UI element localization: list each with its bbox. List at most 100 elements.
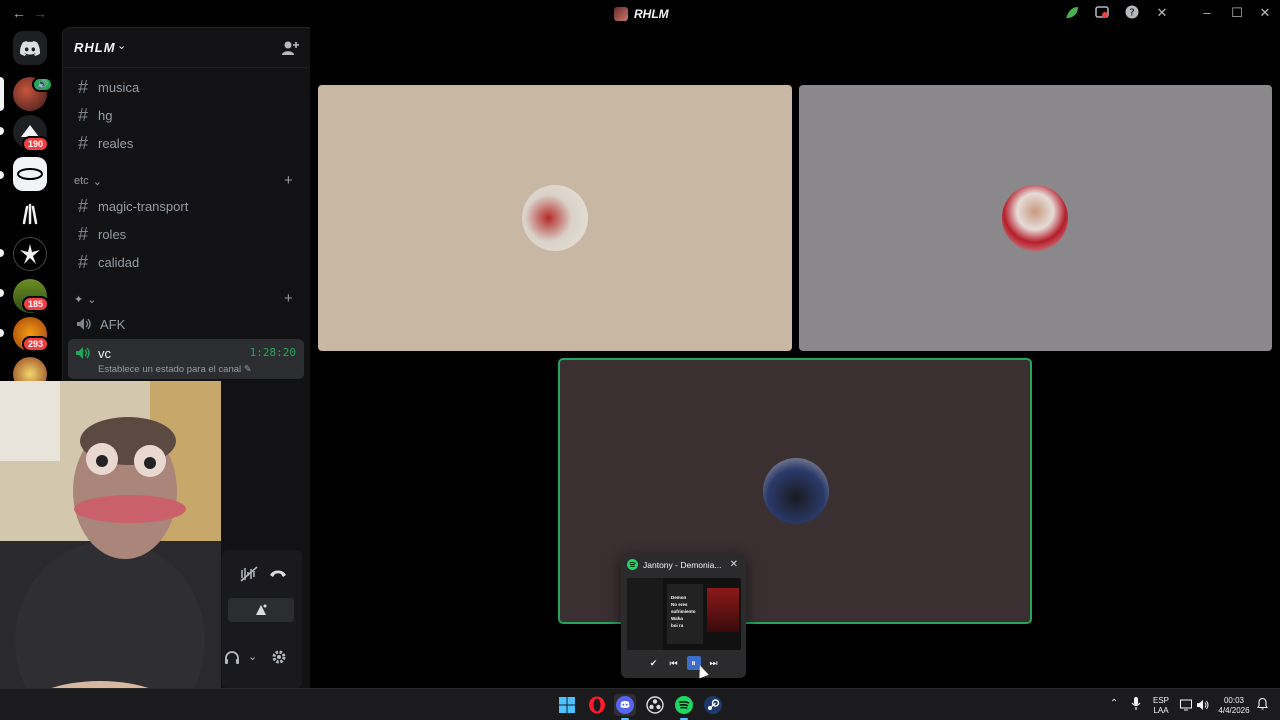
category-label: ✦ — [74, 294, 84, 306]
volume-icon[interactable] — [1196, 698, 1209, 716]
steam-icon[interactable] — [702, 694, 724, 716]
disconnect-call-icon[interactable] — [269, 567, 287, 586]
participant-avatar-1 — [522, 185, 588, 251]
voice-channel-vc[interactable]: vc 1:28:20 Establece un estado para el c… — [68, 339, 304, 379]
clock-date: 4/4/2026 — [1218, 706, 1250, 715]
maximize-icon[interactable]: ☐ — [1229, 5, 1245, 21]
window-title-text: RHLM — [634, 7, 669, 21]
voice-activity-badge: 🔊 — [32, 77, 54, 92]
tray-overflow-chevron-icon[interactable]: ⌃ — [1110, 698, 1118, 709]
window-title: RHLM — [614, 5, 669, 23]
thumbnail-header: Jantony - Demonia... — [627, 559, 739, 570]
clock-time: 00:03 — [1223, 696, 1245, 705]
unread-pill-2 — [0, 171, 4, 179]
channel-roles[interactable]: # roles — [69, 221, 303, 247]
channel-calidad[interactable]: # calidad — [69, 249, 303, 275]
selected-server-pill — [0, 77, 4, 111]
add-channel-icon[interactable]: + — [284, 290, 293, 307]
speaker-icon — [76, 347, 90, 359]
next-track-icon[interactable]: ⏭ — [707, 656, 721, 670]
media-controls: ✔ ⏮ ⏸ ⏭ — [621, 656, 746, 670]
preview-sidebar — [627, 578, 663, 650]
category-etc[interactable]: etc ⌄ — [74, 175, 102, 188]
guild-header[interactable]: RHLM ⌄ — [63, 28, 309, 68]
voice-channel-afk[interactable]: AFK — [69, 311, 303, 337]
discord-home-icon[interactable] — [13, 31, 47, 65]
windows-start-icon[interactable] — [556, 694, 578, 716]
headphones-icon[interactable] — [224, 650, 240, 671]
mention-badge-3: 293 — [22, 336, 50, 352]
opera-browser-icon[interactable] — [586, 694, 608, 716]
preview-lyrics-pane: Demon No eres sufrimiento Waha boi ra — [667, 584, 703, 644]
chevron-down-icon: ⌄ — [87, 294, 97, 306]
server-icon-5[interactable] — [13, 237, 47, 271]
chevron-down-icon[interactable]: ⌄ — [117, 39, 126, 52]
lyric-line: Demon — [671, 595, 687, 600]
channel-status-hint[interactable]: Establece un estado para el canal ✎ — [98, 364, 252, 375]
back-arrow-icon[interactable]: ← — [12, 5, 26, 21]
help-icon[interactable]: ? — [1124, 5, 1140, 21]
unread-pill-3 — [0, 249, 4, 257]
windows-taskbar: ⌃ ESP LAA 00:03 4/4/2026 — [0, 688, 1280, 720]
inbox-icon[interactable] — [1094, 5, 1110, 21]
hashtag-icon: # — [77, 76, 88, 97]
leaf-icon[interactable] — [1064, 5, 1080, 21]
channel-label: AFK — [100, 316, 126, 332]
webcam-feed-image — [0, 381, 221, 720]
hashtag-icon: # — [77, 251, 88, 272]
voice-channel-name: vc — [98, 346, 111, 361]
participant-avatar-3 — [763, 458, 829, 524]
chevron-down-icon[interactable]: ⌄ — [248, 650, 257, 663]
obs-icon[interactable] — [644, 694, 666, 716]
noise-suppression-icon[interactable] — [240, 566, 258, 586]
microphone-icon[interactable] — [1131, 697, 1141, 716]
channel-label: reales — [98, 135, 134, 151]
forward-arrow-icon[interactable]: → — [33, 5, 47, 21]
channel-label: calidad — [98, 254, 140, 270]
discord-taskbar-icon[interactable] — [614, 694, 636, 720]
settings-gear-icon[interactable] — [271, 649, 287, 670]
hashtag-icon: # — [77, 223, 88, 244]
call-timer: 1:28:20 — [249, 346, 296, 359]
preview-lyrics: Demon No eres sufrimiento Waha boi ra — [667, 584, 703, 629]
spotify-thumbnail-preview[interactable]: Jantony - Demonia... ✕ Demon No eres suf… — [621, 554, 746, 678]
previous-track-icon[interactable]: ⏮ — [667, 656, 681, 670]
channel-musica[interactable]: # musica — [69, 74, 303, 100]
invite-people-icon[interactable] — [281, 39, 299, 57]
channel-magic-transport[interactable]: # magic-transport — [69, 193, 303, 219]
close-icon[interactable]: ✕ — [730, 559, 738, 570]
minimize-icon[interactable]: – — [1199, 5, 1215, 21]
participant-tile-1[interactable] — [318, 85, 792, 351]
soundboard-button[interactable] — [228, 598, 294, 622]
preview-album-art — [707, 588, 739, 632]
close-window-icon[interactable]: ✕ — [1257, 5, 1273, 21]
soundboard-icon — [256, 604, 267, 615]
tools-icon[interactable]: ✕ — [1154, 5, 1170, 21]
like-check-icon[interactable]: ✔ — [647, 656, 661, 670]
category-label: etc — [74, 175, 89, 187]
clock[interactable]: 00:03 4/4/2026 — [1214, 696, 1254, 716]
channel-label: musica — [98, 79, 140, 95]
server-icon-4[interactable] — [13, 197, 47, 231]
title-bar: ← → RHLM ? ✕ – ☐ ✕ — [0, 0, 1280, 27]
notification-bell-icon[interactable] — [1256, 697, 1269, 715]
mention-badge-1: 190 — [22, 136, 50, 152]
hashtag-icon: # — [77, 132, 88, 153]
server-rail: 🔊 190 185 293 — [0, 27, 62, 391]
channel-hg[interactable]: # hg — [69, 102, 303, 128]
spotify-taskbar-icon[interactable] — [673, 694, 695, 720]
guild-name[interactable]: RHLM — [74, 40, 116, 55]
category-voice[interactable]: ✦ ⌄ — [74, 293, 96, 306]
participant-avatar-2 — [1002, 185, 1068, 251]
channel-label: magic-transport — [98, 198, 189, 214]
add-channel-icon[interactable]: + — [284, 172, 293, 189]
channel-label: hg — [98, 107, 113, 123]
input-language-indicator[interactable]: ESP LAA — [1151, 696, 1171, 716]
channel-label: roles — [98, 226, 127, 242]
participant-tile-2[interactable] — [799, 85, 1272, 351]
server-icon-3[interactable] — [13, 157, 47, 191]
speaker-icon — [77, 318, 91, 330]
channel-reales[interactable]: # reales — [69, 130, 303, 156]
display-icon[interactable] — [1180, 698, 1192, 716]
lyric-line: sufrimiento — [671, 609, 696, 614]
